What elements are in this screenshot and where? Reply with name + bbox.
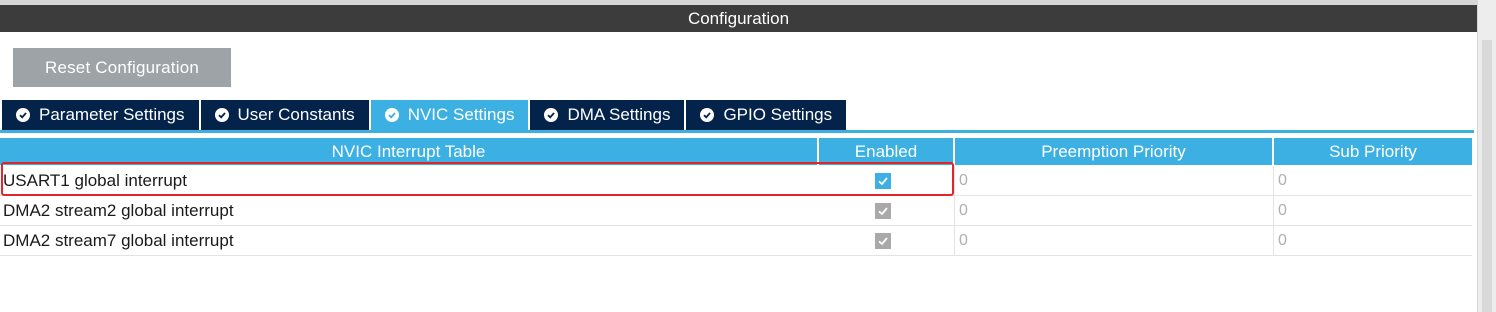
tab-underline — [0, 130, 1474, 133]
sub-priority-value[interactable]: 0 — [1273, 226, 1472, 256]
interrupt-name: DMA2 stream2 global interrupt — [3, 201, 234, 220]
config-tabs: Parameter Settings User Constants NVIC S… — [2, 100, 848, 130]
scrollbar-thumb[interactable] — [1482, 40, 1492, 312]
check-circle-icon — [16, 108, 30, 122]
preemption-priority-value[interactable]: 0 — [954, 166, 1272, 196]
sub-priority-value[interactable]: 0 — [1273, 196, 1472, 226]
tab-label: NVIC Settings — [407, 105, 515, 124]
column-header-sub-priority[interactable]: Sub Priority — [1274, 138, 1472, 165]
enabled-cell — [875, 196, 895, 226]
enabled-checkbox-disabled — [875, 233, 891, 249]
vertical-scrollbar[interactable] — [1477, 0, 1496, 312]
tab-gpio-settings[interactable]: GPIO Settings — [686, 100, 847, 130]
tab-user-constants[interactable]: User Constants — [200, 100, 369, 130]
tab-label: Parameter Settings — [39, 105, 185, 124]
tab-parameter-settings[interactable]: Parameter Settings — [2, 100, 199, 130]
tab-label: DMA Settings — [567, 105, 671, 124]
reset-configuration-button[interactable]: Reset Configuration — [13, 48, 231, 87]
interrupt-name: USART1 global interrupt — [3, 171, 187, 190]
tab-dma-settings[interactable]: DMA Settings — [530, 100, 685, 130]
check-circle-icon — [700, 108, 715, 122]
table-row[interactable]: DMA2 stream2 global interrupt 0 0 — [0, 196, 1472, 226]
column-header-interrupt[interactable]: NVIC Interrupt Table — [0, 138, 817, 165]
enabled-checkbox[interactable] — [875, 173, 891, 189]
sub-priority-value[interactable]: 0 — [1273, 166, 1472, 196]
column-header-preemption-priority[interactable]: Preemption Priority — [955, 138, 1272, 165]
enabled-cell — [875, 226, 895, 256]
enabled-checkbox-disabled — [875, 203, 891, 219]
interrupt-name: DMA2 stream7 global interrupt — [3, 231, 234, 250]
tab-label: User Constants — [237, 105, 355, 124]
preemption-priority-value[interactable]: 0 — [954, 196, 1272, 226]
check-circle-icon — [384, 108, 399, 122]
check-circle-icon — [214, 108, 229, 122]
preemption-priority-value[interactable]: 0 — [954, 226, 1272, 256]
enabled-cell — [875, 166, 895, 196]
tab-label: GPIO Settings — [723, 105, 833, 124]
tab-nvic-settings[interactable]: NVIC Settings — [370, 100, 529, 130]
check-circle-icon — [544, 108, 559, 122]
panel-title: Configuration — [0, 5, 1477, 32]
column-header-enabled[interactable]: Enabled — [819, 138, 953, 165]
panel-title-text: Configuration — [687, 8, 790, 28]
table-row[interactable]: USART1 global interrupt 0 0 — [0, 166, 1472, 196]
table-row[interactable]: DMA2 stream7 global interrupt 0 0 — [0, 226, 1472, 256]
